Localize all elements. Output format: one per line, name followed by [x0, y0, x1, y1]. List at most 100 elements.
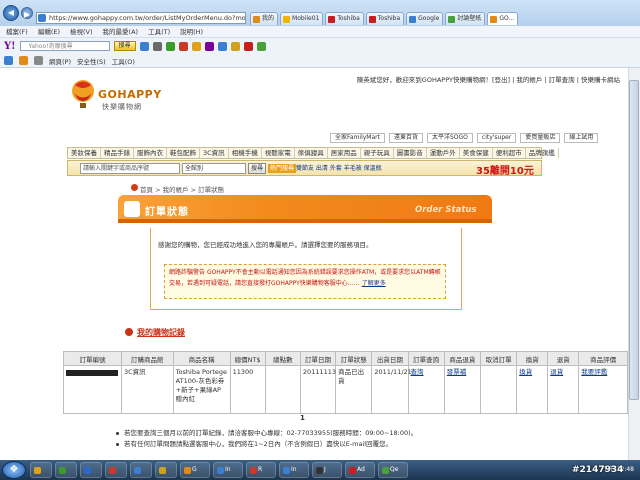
- partner-links: 全家FamilyMart 遠東百貨 太平洋SOGO city'super 愛買量販店 線上…: [330, 133, 599, 143]
- menu-item[interactable]: 工具(T): [148, 26, 170, 37]
- app-icon: [217, 467, 224, 474]
- menu-item[interactable]: 說明(H): [180, 26, 203, 37]
- category-link[interactable]: 視聽家電: [262, 148, 295, 158]
- category-link[interactable]: 鞋包配飾: [167, 148, 200, 158]
- taskbar-item[interactable]: [155, 462, 177, 478]
- user-bar[interactable]: 陳英斌您好，歡迎來到GOHAPPY快樂購物網！[登出] | 我的帳戶 | 訂單查…: [300, 74, 620, 84]
- promo-banner[interactable]: 35離開10元: [476, 162, 534, 177]
- taskbar-item[interactable]: In: [279, 462, 309, 478]
- taskbar-item[interactable]: [105, 462, 127, 478]
- taskbar-item[interactable]: In: [213, 462, 243, 478]
- tools-menu[interactable]: 工具(O): [112, 56, 135, 66]
- browser-tabs: 我的 Mobile01 Toshiba Toshiba Google 討論壁紙 GO...: [250, 12, 519, 26]
- search-scope-select[interactable]: 全館別: [182, 163, 246, 174]
- partner-link[interactable]: city'super: [476, 133, 517, 143]
- category-link[interactable]: 品牌旗艦: [526, 148, 559, 158]
- review-link[interactable]: 我要評鑑: [581, 368, 607, 376]
- browser-tab[interactable]: Mobile01: [280, 12, 324, 25]
- toolbar-icon[interactable]: [152, 41, 162, 51]
- feeds-icon[interactable]: [19, 56, 28, 65]
- invoice-link[interactable]: 發票補: [447, 368, 467, 376]
- yahoo-logo[interactable]: Y!: [4, 41, 16, 52]
- taskbar-item[interactable]: [80, 462, 102, 478]
- taskbar-item[interactable]: [55, 462, 77, 478]
- hot-keywords[interactable]: 雙節友 出清 外套 羊毛被 保溫瓶: [296, 164, 382, 173]
- yahoo-search-button[interactable]: 搜尋: [113, 41, 136, 51]
- home-icon[interactable]: [4, 56, 13, 65]
- yahoo-search-input[interactable]: Yahoo!奇摩搜尋: [19, 41, 110, 51]
- taskbar-item[interactable]: J: [312, 462, 342, 478]
- site-search-button[interactable]: 搜尋: [248, 163, 266, 174]
- tab-label: Google: [418, 15, 440, 22]
- category-link[interactable]: 居家用品: [328, 148, 361, 158]
- category-link[interactable]: 美食保健: [460, 148, 493, 158]
- forward-button[interactable]: ▶: [21, 7, 33, 19]
- partner-link[interactable]: 遠東百貨: [388, 133, 423, 143]
- learn-more-link[interactable]: 了解更多: [362, 280, 386, 287]
- toolbar-icon[interactable]: [204, 41, 214, 51]
- category-link[interactable]: 相機手機: [229, 148, 262, 158]
- exchange-link[interactable]: 換貨: [519, 368, 532, 376]
- start-button[interactable]: ❖: [2, 461, 26, 479]
- order-query-link[interactable]: 查詢: [411, 368, 424, 376]
- partner-link[interactable]: 線上試用: [564, 133, 599, 143]
- page-number[interactable]: 1: [300, 414, 305, 422]
- taskbar-item[interactable]: Ad: [345, 462, 375, 478]
- tab-favicon-icon: [448, 16, 456, 23]
- menu-item[interactable]: 檢視(V): [70, 26, 93, 37]
- browser-tab[interactable]: GO...: [487, 12, 519, 25]
- safety-menu[interactable]: 安全性(S): [77, 56, 106, 66]
- order-id-cell[interactable]: [63, 365, 122, 414]
- refund-link[interactable]: 退貨: [550, 368, 563, 376]
- partner-link[interactable]: 愛買量販店: [520, 133, 561, 143]
- print-icon[interactable]: [34, 56, 43, 65]
- taskbar-item-label: In: [291, 466, 297, 473]
- category-link[interactable]: 傢俱寢具: [295, 148, 328, 158]
- taskbar-item[interactable]: [130, 462, 152, 478]
- toolbar-icon[interactable]: [165, 41, 175, 51]
- address-bar[interactable]: https://www.gohappy.com.tw/order/ListMyO…: [36, 12, 246, 24]
- menu-item[interactable]: 編輯(E): [38, 26, 60, 37]
- watermark: #2147934: [572, 465, 624, 475]
- category-link[interactable]: 3C資訊: [200, 148, 229, 158]
- category-link[interactable]: 便利超市: [493, 148, 526, 158]
- browser-tab[interactable]: 我的: [250, 12, 279, 25]
- breadcrumb[interactable]: 首頁 > 我的帳戶 > 訂單狀態: [140, 184, 224, 194]
- app-icon: [283, 467, 290, 474]
- toolbar-icon[interactable]: [217, 41, 227, 51]
- taskbar-item[interactable]: R: [246, 462, 276, 478]
- menu-item[interactable]: 我的最愛(A): [103, 26, 139, 37]
- page-menu[interactable]: 網頁(P): [49, 56, 71, 66]
- category-link[interactable]: 圖書影音: [394, 148, 427, 158]
- page-title-english: Order Status: [415, 205, 477, 215]
- scrollbar-thumb[interactable]: [629, 80, 639, 400]
- taskbar-item[interactable]: G: [180, 462, 210, 478]
- toolbar-icon[interactable]: [191, 41, 201, 51]
- column-header: 商品退貨: [443, 351, 481, 366]
- site-search-input[interactable]: 請輸入關鍵字或商品序號: [80, 163, 180, 174]
- toolbar-icon[interactable]: [256, 41, 266, 51]
- category-link[interactable]: 親子玩具: [361, 148, 394, 158]
- logo-text[interactable]: GOHAPPY: [98, 88, 162, 101]
- browser-tab[interactable]: Toshiba: [325, 12, 364, 25]
- taskbar-item[interactable]: Qe: [378, 462, 408, 478]
- back-button[interactable]: ◀: [3, 5, 19, 21]
- note-item: 若有任何訂單問題請點選客服中心，我們將在1~2日內（不含例假日）盡快以E-mai…: [116, 439, 417, 450]
- category-link[interactable]: 運動戶外: [427, 148, 460, 158]
- toolbar-icon[interactable]: [230, 41, 240, 51]
- category-link[interactable]: 服飾內衣: [134, 148, 167, 158]
- tab-favicon-icon: [409, 16, 417, 23]
- category-link[interactable]: 美妝保養: [68, 148, 101, 158]
- partner-link[interactable]: 太平洋SOGO: [427, 133, 473, 143]
- toolbar-icon[interactable]: [243, 41, 253, 51]
- partner-link[interactable]: 全家FamilyMart: [330, 133, 385, 143]
- menu-item[interactable]: 檔案(F): [6, 26, 28, 37]
- taskbar-item[interactable]: [30, 462, 52, 478]
- category-link[interactable]: 精品手錶: [101, 148, 134, 158]
- toolbar-icon[interactable]: [178, 41, 188, 51]
- browser-tab[interactable]: Toshiba: [365, 12, 405, 25]
- column-header: 退貨: [547, 351, 580, 366]
- browser-tab[interactable]: Google: [406, 12, 444, 25]
- toolbar-icon[interactable]: [139, 41, 149, 51]
- browser-tab[interactable]: 討論壁紙: [445, 12, 486, 25]
